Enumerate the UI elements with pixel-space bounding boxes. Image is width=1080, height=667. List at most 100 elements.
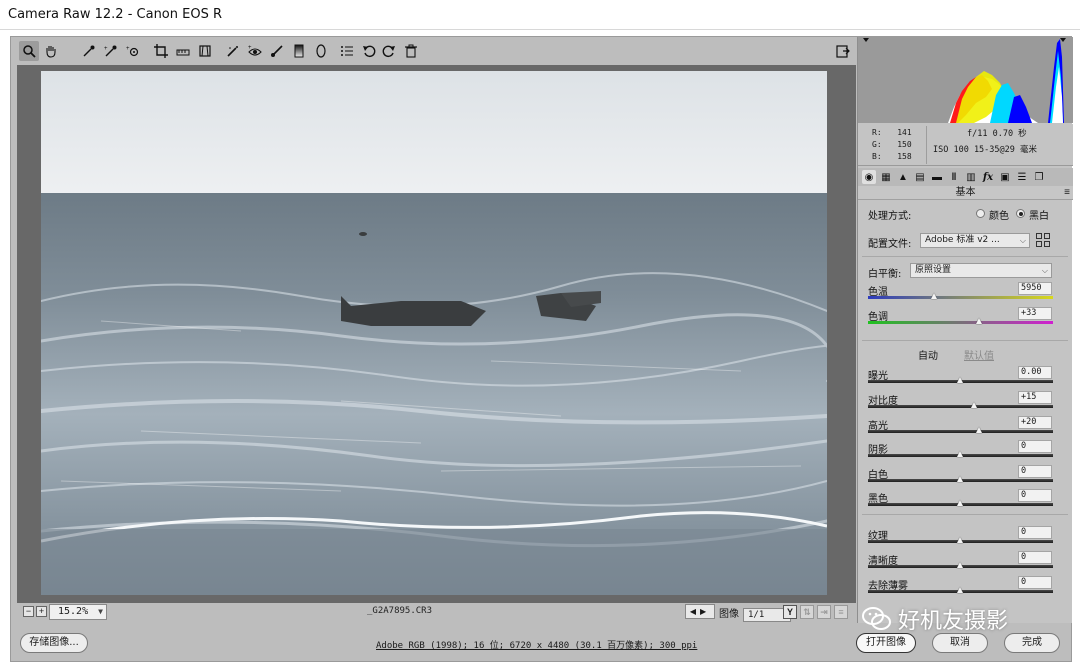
color-sampler-tool-icon[interactable]: + — [101, 41, 121, 61]
open-image-button[interactable]: 打开图像 — [856, 633, 916, 653]
slider-track-temp[interactable] — [868, 296, 1053, 299]
rotate-left-icon[interactable] — [359, 41, 379, 61]
svg-text:+: + — [248, 45, 252, 51]
chevron-down-icon: ▼ — [98, 607, 103, 616]
treatment-color-radio[interactable] — [976, 209, 985, 218]
preferences-icon[interactable] — [337, 41, 357, 61]
tab-basic-icon[interactable]: ◉ — [862, 170, 876, 184]
tab-effects-icon[interactable]: fx — [981, 170, 995, 184]
treatment-bw-radio[interactable] — [1016, 209, 1025, 218]
slider-thumb-exposure[interactable] — [957, 377, 963, 383]
targeted-adjustment-tool-icon[interactable]: + — [123, 41, 143, 61]
zoom-level-select[interactable]: 15.2% ▼ — [49, 604, 107, 620]
divider — [862, 340, 1068, 341]
panel-menu-icon[interactable]: ≡ — [1064, 186, 1070, 199]
slider-thumb-tint[interactable] — [975, 318, 982, 324]
tab-lens-icon[interactable]: ‖ — [947, 170, 961, 184]
tab-detail-icon[interactable]: ▲ — [896, 170, 910, 184]
section-title-text: 基本 — [955, 187, 976, 198]
zoom-in-button[interactable]: + — [36, 606, 47, 617]
default-button[interactable]: 默认值 — [964, 347, 994, 362]
tab-presets-icon[interactable]: ☰ — [1015, 170, 1029, 184]
image-counter-label: 图像 — [719, 609, 739, 620]
slider-track-tint[interactable] — [868, 321, 1053, 324]
tab-transform-icon[interactable]: ▥ — [964, 170, 978, 184]
g-label: G: — [872, 140, 882, 149]
slider-track-highlights[interactable] — [868, 430, 1053, 433]
slider-track-contrast[interactable] — [868, 405, 1053, 408]
profile-label: 配置文件: — [868, 239, 912, 250]
copy-settings-icon[interactable]: ⇥ — [817, 605, 831, 619]
slider-thumb-highlights[interactable] — [975, 427, 982, 433]
white-balance-tool-icon[interactable] — [79, 41, 99, 61]
done-button[interactable]: 完成 — [1004, 633, 1060, 653]
profile-value: Adobe 标准 v2 ... — [925, 235, 1000, 245]
slider-value-tint[interactable]: +33 — [1018, 307, 1052, 320]
graduated-filter-tool-icon[interactable] — [289, 41, 309, 61]
previous-image-icon[interactable]: ◀ — [690, 607, 700, 616]
slider-thumb-blacks[interactable] — [957, 500, 963, 506]
tab-split-toning-icon[interactable]: ▬ — [930, 170, 944, 184]
straighten-tool-icon[interactable] — [173, 41, 193, 61]
crop-tool-icon[interactable] — [151, 41, 171, 61]
slider-value-highlights[interactable]: +20 — [1018, 416, 1052, 429]
slider-thumb-texture[interactable] — [957, 537, 963, 543]
tab-tone-curve-icon[interactable]: ▦ — [879, 170, 893, 184]
treatment-color-label: 颜色 — [989, 211, 1009, 222]
exif-readout: f/11 0.70 秒 ISO 100 15-35@29 毫米 — [926, 126, 1071, 164]
before-after-toggle-button[interactable]: Y — [783, 605, 797, 619]
tab-snapshots-icon[interactable]: ❐ — [1032, 170, 1046, 184]
fullscreen-toggle-icon[interactable] — [833, 41, 853, 61]
next-image-icon[interactable]: ▶ — [700, 607, 710, 616]
slider-value-dehaze[interactable]: 0 — [1018, 576, 1052, 589]
slider-value-exposure[interactable]: 0.00 — [1018, 366, 1052, 379]
transform-tool-icon[interactable] — [195, 41, 215, 61]
slider-thumb-whites[interactable] — [957, 476, 963, 482]
slider-thumb-contrast[interactable] — [970, 402, 977, 408]
slider-value-temp[interactable]: 5950 — [1018, 282, 1052, 295]
slider-value-shadows[interactable]: 0 — [1018, 440, 1052, 453]
image-counter: 图像 1/1 — [719, 605, 791, 622]
swap-before-after-icon[interactable]: ⇅ — [800, 605, 814, 619]
slider-value-contrast[interactable]: +15 — [1018, 391, 1052, 404]
slider-thumb-shadows[interactable] — [957, 451, 963, 457]
tab-calibration-icon[interactable]: ▣ — [998, 170, 1012, 184]
spot-removal-tool-icon[interactable] — [223, 41, 243, 61]
slider-value-whites[interactable]: 0 — [1018, 465, 1052, 478]
rotate-right-icon[interactable] — [379, 41, 399, 61]
white-balance-select[interactable]: 原照设置 ⌵ — [910, 263, 1052, 278]
slider-thumb-temp[interactable] — [931, 293, 938, 299]
r-value: 141 — [897, 128, 912, 137]
seascape-photo[interactable] — [41, 71, 827, 595]
r-label: R: — [872, 128, 882, 137]
adjustment-brush-tool-icon[interactable] — [267, 41, 287, 61]
red-eye-tool-icon[interactable]: + — [245, 41, 265, 61]
file-name: _G2A7895.CR3 — [367, 606, 433, 616]
slider-value-clarity[interactable]: 0 — [1018, 551, 1052, 564]
tab-hsl-icon[interactable]: ▤ — [913, 170, 927, 184]
exif-aperture-shutter: f/11 0.70 秒 — [967, 129, 1027, 139]
toggle-settings-icon[interactable]: ≡ — [834, 605, 848, 619]
hand-tool-icon[interactable] — [41, 41, 61, 61]
save-image-button[interactable]: 存储图像... — [20, 633, 88, 653]
radial-filter-tool-icon[interactable] — [311, 41, 331, 61]
trash-icon[interactable] — [401, 41, 421, 61]
slider-thumb-clarity[interactable] — [957, 562, 963, 568]
auto-button[interactable]: 自动 — [918, 347, 938, 362]
camera-raw-workspace: + + + − + 15.2% ▼ _G2A7895.CR3 ◀▶ 图像 1/1… — [10, 36, 1073, 662]
profile-browser-icon[interactable] — [1036, 233, 1050, 247]
svg-text:+: + — [104, 46, 108, 52]
profile-select[interactable]: Adobe 标准 v2 ... ⌵ — [920, 233, 1030, 248]
zoom-out-button[interactable]: − — [23, 606, 34, 617]
watermark: 好机友摄影 — [862, 602, 1008, 636]
preview-status-bar: − + 15.2% ▼ _G2A7895.CR3 ◀▶ 图像 1/1 Y ⇅ ⇥ … — [17, 603, 856, 623]
image-nav-arrows[interactable]: ◀▶ — [685, 604, 715, 619]
zoom-tool-icon[interactable] — [19, 41, 39, 61]
image-preview-area[interactable] — [17, 65, 856, 603]
slider-thumb-dehaze[interactable] — [957, 587, 963, 593]
slider-value-texture[interactable]: 0 — [1018, 526, 1052, 539]
slider-value-blacks[interactable]: 0 — [1018, 489, 1052, 502]
workflow-options-link[interactable]: Adobe RGB (1998); 16 位; 6720 x 4480 (30.… — [376, 638, 697, 651]
cancel-button[interactable]: 取消 — [932, 633, 988, 653]
treatment-bw-label: 黑白 — [1029, 211, 1049, 222]
